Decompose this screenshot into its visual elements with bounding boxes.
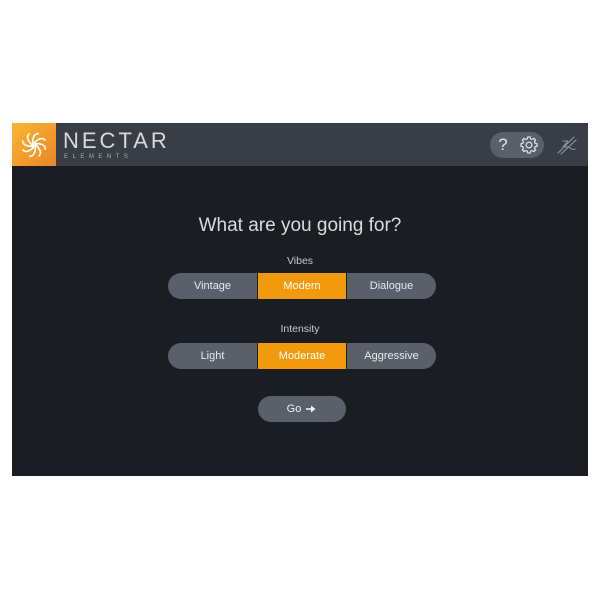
flower-logo-icon: [21, 132, 47, 157]
logo-badge: [12, 123, 56, 166]
brand-subtitle: ELEMENTS: [64, 154, 133, 160]
intensity-option-light[interactable]: Light: [168, 343, 257, 369]
vibes-option-dialogue[interactable]: Dialogue: [346, 273, 436, 299]
brand: NECTAR ELEMENTS: [63, 129, 170, 161]
header-bar: NECTAR ELEMENTS ?: [12, 123, 588, 166]
header-button-group: ?: [490, 132, 544, 158]
go-button-label: Go: [286, 403, 302, 415]
nectar-elements-window: NECTAR ELEMENTS ? What are you going for…: [12, 123, 588, 476]
help-button[interactable]: ?: [490, 132, 516, 158]
vibes-segmented-control: Vintage Modern Dialogue: [168, 273, 436, 299]
brand-name: NECTAR: [63, 128, 170, 153]
page-title: What are you going for?: [198, 215, 402, 236]
intensity-segmented-control: Light Moderate Aggressive: [168, 343, 436, 369]
intensity-label: Intensity: [280, 323, 320, 335]
izotope-mark-icon: [557, 136, 577, 155]
settings-button[interactable]: [516, 132, 542, 158]
vibes-label: Vibes: [286, 255, 314, 267]
go-button[interactable]: Go: [258, 396, 346, 422]
intensity-option-moderate[interactable]: Moderate: [257, 343, 346, 369]
vibes-option-modern[interactable]: Modern: [257, 273, 346, 299]
gear-icon: [520, 136, 538, 154]
arrow-right-icon: [306, 405, 316, 413]
intensity-option-aggressive[interactable]: Aggressive: [346, 343, 436, 369]
vibes-option-vintage[interactable]: Vintage: [168, 273, 257, 299]
